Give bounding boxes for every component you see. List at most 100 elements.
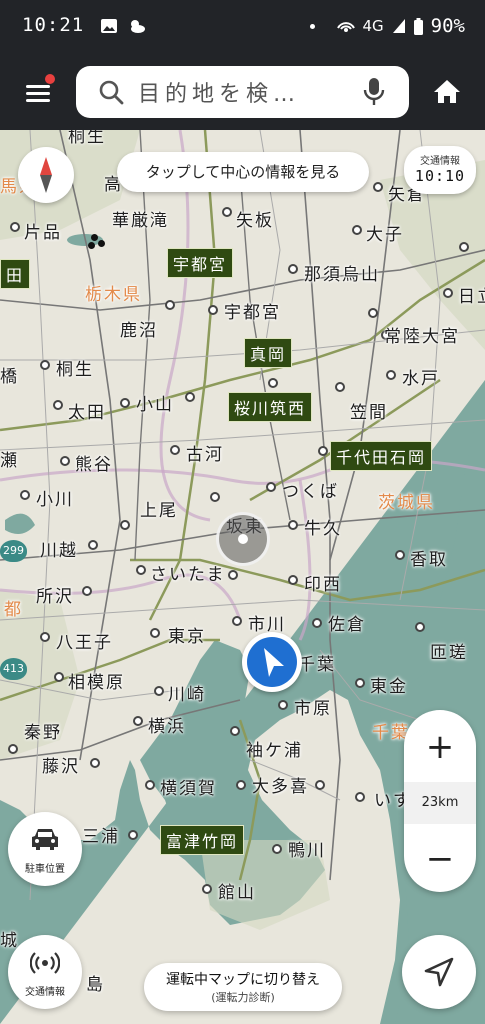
current-location-marker bbox=[242, 632, 302, 692]
destination-search-field[interactable]: 目的地を検… bbox=[76, 66, 409, 118]
city-pin bbox=[170, 445, 180, 455]
city-pin bbox=[53, 400, 63, 410]
city-label: 相模原 bbox=[68, 673, 125, 693]
city-pin bbox=[368, 308, 378, 318]
city-pin bbox=[136, 565, 146, 575]
pref-label: 都 bbox=[4, 600, 23, 620]
notification-icons bbox=[100, 17, 147, 35]
city-pin bbox=[54, 672, 64, 682]
search-placeholder: 目的地を検… bbox=[138, 82, 301, 107]
city-pin bbox=[60, 456, 70, 466]
route-shield-413: 413 bbox=[0, 658, 27, 680]
ic-tag: 富津竹岡 bbox=[160, 825, 245, 855]
car-icon bbox=[32, 829, 58, 850]
menu-button[interactable] bbox=[18, 74, 56, 112]
city-pin bbox=[8, 744, 18, 754]
city-label: 印西 bbox=[304, 575, 342, 595]
city-pin bbox=[373, 182, 383, 192]
center-dot bbox=[238, 534, 248, 544]
city-label: 日立 bbox=[458, 287, 485, 307]
system-status: 4G 90% bbox=[309, 15, 465, 37]
city-pin bbox=[230, 726, 240, 736]
ic-tag: 宇都宮 bbox=[167, 248, 234, 278]
city-label: 片品 bbox=[24, 223, 62, 243]
city-label: 上尾 bbox=[140, 501, 178, 521]
city-label: 牛久 bbox=[304, 519, 342, 539]
network-type: 4G bbox=[362, 17, 384, 35]
city-pin bbox=[88, 540, 98, 550]
city-label: 古河 bbox=[186, 445, 224, 465]
route-shield-299: 299 bbox=[0, 540, 27, 562]
city-pin bbox=[312, 618, 322, 628]
poi-dot bbox=[91, 234, 98, 241]
battery-percent: 90% bbox=[430, 15, 465, 37]
city-pin bbox=[40, 632, 50, 642]
city-label: 桐生 bbox=[68, 130, 106, 147]
ic-tag: 千代田石岡 bbox=[330, 441, 433, 471]
city-pin bbox=[288, 264, 298, 274]
ic-tag: 桜川筑西 bbox=[228, 392, 313, 422]
city-pin bbox=[236, 780, 246, 790]
compass-button[interactable] bbox=[18, 147, 74, 203]
city-label: 水戸 bbox=[402, 369, 440, 389]
city-pin bbox=[232, 616, 242, 626]
city-label: 館山 bbox=[218, 883, 256, 903]
city-label: 東京 bbox=[168, 627, 206, 647]
ic-tag: 真岡 bbox=[244, 338, 293, 368]
city-pin bbox=[20, 490, 30, 500]
city-pin bbox=[90, 758, 100, 768]
city-label: 宇都宮 bbox=[224, 303, 281, 323]
city-label: 市原 bbox=[294, 699, 332, 719]
traffic-button-label: 交通情報 bbox=[25, 987, 65, 998]
poi-dot bbox=[98, 240, 105, 247]
traffic-info-time[interactable]: 交通情報 10:10 bbox=[404, 146, 476, 194]
city-label: 千葉 bbox=[298, 655, 336, 675]
zoom-in-button[interactable]: + bbox=[404, 712, 476, 782]
city-label: 華厳滝 bbox=[112, 211, 169, 231]
menu-icon-bar bbox=[26, 99, 50, 102]
traffic-info-label: 交通情報 bbox=[420, 156, 460, 167]
drive-mode-sub: (運転力診断) bbox=[211, 991, 275, 1004]
zoom-out-button[interactable]: − bbox=[404, 824, 476, 894]
home-button[interactable] bbox=[431, 76, 463, 108]
my-location-button[interactable] bbox=[402, 935, 476, 1009]
city-label: 三浦 bbox=[82, 827, 120, 847]
app-bar: 目的地を検… bbox=[0, 56, 485, 130]
city-label: 市川 bbox=[248, 615, 286, 635]
battery-icon bbox=[413, 17, 423, 35]
city-pin bbox=[150, 628, 160, 638]
city-pin bbox=[318, 446, 328, 456]
city-label: 橋 bbox=[0, 367, 19, 387]
city-label: 熊谷 bbox=[75, 455, 113, 475]
traffic-info-button[interactable]: 交通情報 bbox=[8, 935, 82, 1009]
city-label: 秦野 bbox=[24, 723, 62, 743]
pref-label: 茨城県 bbox=[378, 493, 435, 513]
city-label: 大子 bbox=[366, 225, 404, 245]
location-arrow-icon bbox=[424, 957, 454, 987]
notification-dot-icon bbox=[309, 23, 315, 29]
city-pin bbox=[154, 686, 164, 696]
broadcast-icon bbox=[29, 952, 61, 974]
city-label: 横須賀 bbox=[160, 779, 217, 799]
city-pin bbox=[272, 844, 282, 854]
traffic-info-timestamp: 10:10 bbox=[414, 167, 466, 185]
mic-icon[interactable] bbox=[363, 77, 385, 107]
clock: 10:21 bbox=[22, 14, 85, 36]
city-label: 太田 bbox=[68, 403, 106, 423]
city-label: 常陸大宮 bbox=[384, 327, 460, 347]
city-label: 大多喜 bbox=[252, 777, 309, 797]
menu-icon bbox=[26, 85, 50, 88]
drive-mode-button[interactable]: 運転中マップに切り替え (運転力診断) bbox=[144, 963, 342, 1011]
city-pin bbox=[459, 242, 469, 252]
hotspot-icon bbox=[336, 22, 355, 32]
center-info-button[interactable]: タップして中心の情報を見る bbox=[117, 152, 369, 192]
city-label: 鹿沼 bbox=[120, 321, 158, 341]
city-label: 那須烏山 bbox=[304, 265, 380, 285]
city-label: 川崎 bbox=[168, 685, 206, 705]
ic-tag: 田 bbox=[0, 259, 31, 289]
weather-icon bbox=[131, 20, 145, 33]
city-pin bbox=[443, 288, 453, 298]
parking-location-button[interactable]: 駐車位置 bbox=[8, 812, 82, 886]
city-pin bbox=[120, 398, 130, 408]
city-pin bbox=[40, 360, 50, 370]
